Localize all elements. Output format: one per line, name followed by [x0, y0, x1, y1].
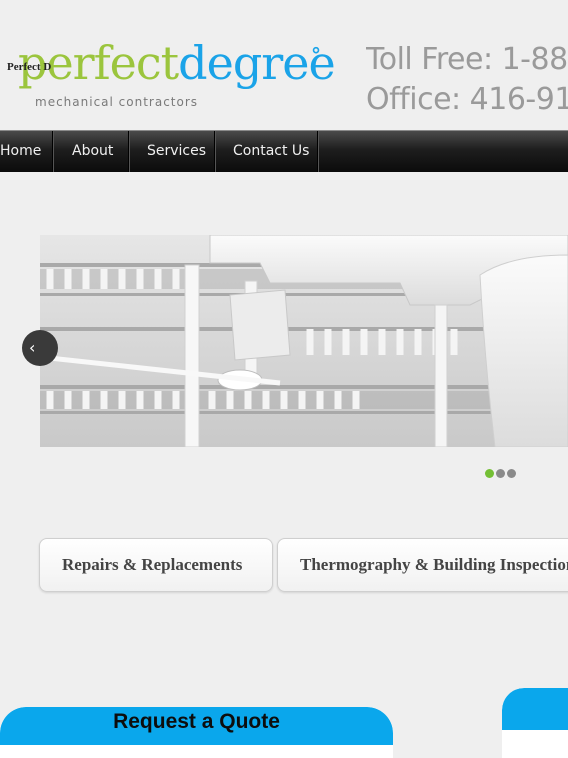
contact-info: Toll Free: 1-888 Office: 416-916: [366, 40, 568, 120]
hvac-ductwork-image: [40, 235, 568, 447]
main-navigation: Home About Services Contact Us: [0, 130, 568, 172]
hero-slider[interactable]: [40, 235, 568, 447]
side-panel-text: Perfect D: [7, 61, 52, 73]
logo-wordmark: perfectdegree: [18, 40, 336, 86]
service-thermography-button[interactable]: Thermography & Building Inspections: [277, 538, 568, 592]
logo-degree-symbol: °: [311, 43, 321, 67]
toll-free-number[interactable]: Toll Free: 1-888: [366, 40, 568, 80]
nav-item-services[interactable]: Services: [147, 131, 206, 172]
slider-pagination: [485, 469, 525, 479]
side-panel-header: [502, 688, 568, 730]
site-logo[interactable]: perfectdegree ° mechanical contractors: [18, 40, 336, 115]
nav-divider: [52, 131, 54, 172]
site-header: perfectdegree ° mechanical contractors T…: [0, 0, 568, 130]
nav-divider: [128, 131, 130, 172]
nav-item-about[interactable]: About: [72, 131, 113, 172]
request-quote-panel: Request a Quote: [0, 707, 393, 758]
office-number[interactable]: Office: 416-916: [366, 80, 568, 120]
quote-title: Request a Quote: [113, 710, 280, 733]
nav-item-contact-us[interactable]: Contact Us: [233, 131, 309, 172]
side-info-panel: [502, 688, 568, 758]
nav-divider: [317, 131, 319, 172]
slider-dot-3[interactable]: [507, 469, 516, 478]
logo-tagline: mechanical contractors: [35, 95, 199, 109]
nav-divider: [214, 131, 216, 172]
slider-dot-1[interactable]: [485, 469, 494, 478]
slider-prev-button[interactable]: ‹: [22, 330, 58, 366]
slider-dot-2[interactable]: [496, 469, 505, 478]
nav-item-home[interactable]: Home: [0, 131, 41, 172]
quote-header: Request a Quote: [0, 707, 393, 745]
chevron-left-icon: ‹: [29, 338, 36, 357]
service-repairs-button[interactable]: Repairs & Replacements: [39, 538, 273, 592]
